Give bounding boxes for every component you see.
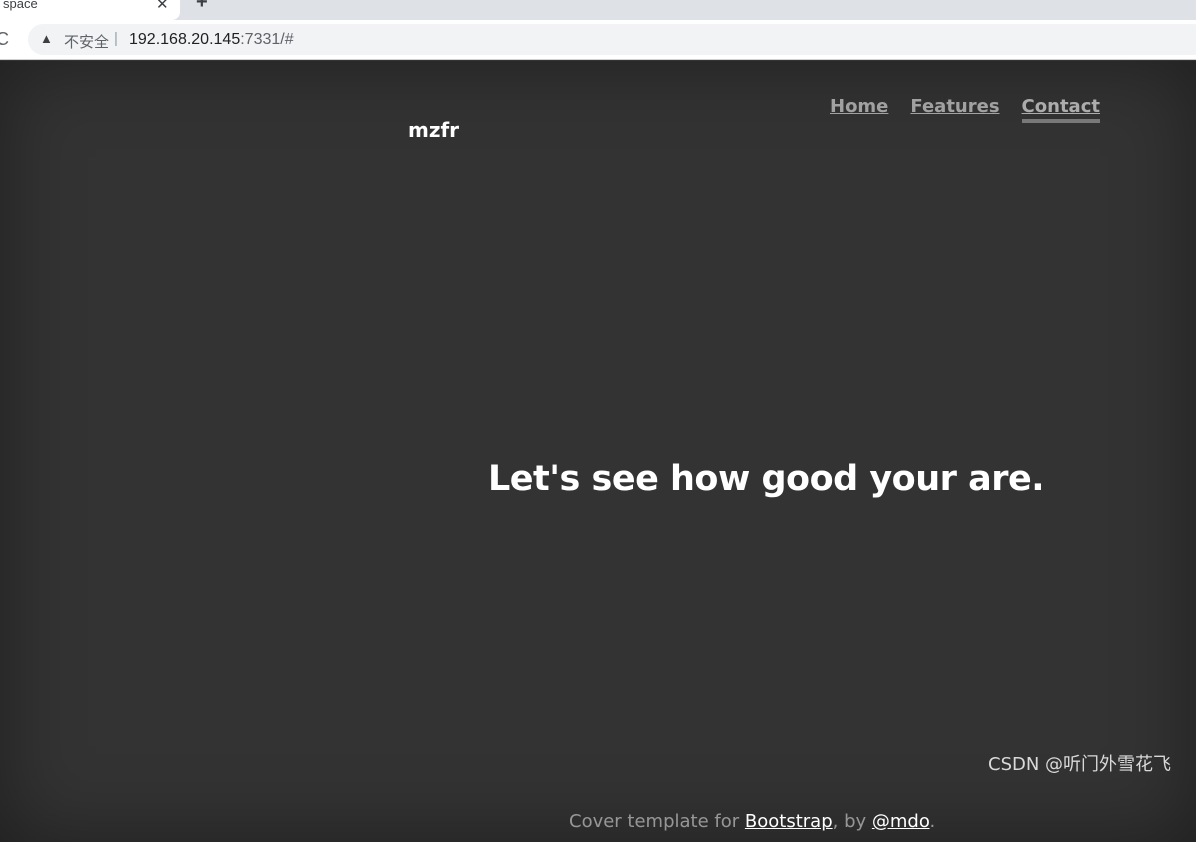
insecure-label[interactable]: 不安全 — [64, 31, 109, 52]
footer-suffix: . — [929, 811, 936, 832]
close-icon[interactable]: ✕ — [156, 0, 169, 13]
url-text[interactable]: 192.168.20.145:7331/# — [129, 31, 294, 49]
url-path: :7331/# — [240, 31, 294, 48]
mdo-link[interactable]: @mdo — [872, 811, 930, 832]
nav-features[interactable]: Features — [910, 96, 999, 123]
url-host: 192.168.20.145 — [129, 31, 241, 48]
reload-icon[interactable]: C — [0, 29, 9, 50]
watermark: CSDN @听门外雪花飞 — [988, 754, 1172, 775]
tab-strip: space ✕ + — [0, 0, 1196, 20]
bootstrap-link[interactable]: Bootstrap — [745, 811, 833, 832]
separator: | — [114, 30, 118, 47]
page-body: mzfr Home Features Contact Let's see how… — [0, 61, 1196, 842]
site-brand: mzfr — [408, 118, 460, 142]
nav-contact[interactable]: Contact — [1021, 96, 1100, 123]
address-bar[interactable]: ▲ 不安全 | 192.168.20.145:7331/# — [28, 24, 1196, 55]
cover-headline: Let's see how good your are. — [488, 459, 1045, 499]
browser-tab[interactable]: space ✕ — [0, 0, 180, 20]
main-nav: Home Features Contact — [830, 96, 1100, 123]
footer-text: Cover template for Bootstrap, by @mdo. — [569, 811, 935, 832]
browser-toolbar: C ▲ 不安全 | 192.168.20.145:7331/# — [0, 20, 1196, 60]
footer-prefix: Cover template for — [569, 811, 745, 832]
nav-home[interactable]: Home — [830, 96, 888, 123]
new-tab-icon[interactable]: + — [196, 0, 208, 14]
tab-title: space — [3, 0, 38, 11]
warning-icon[interactable]: ▲ — [40, 31, 53, 46]
footer-middle: , by — [832, 811, 872, 832]
